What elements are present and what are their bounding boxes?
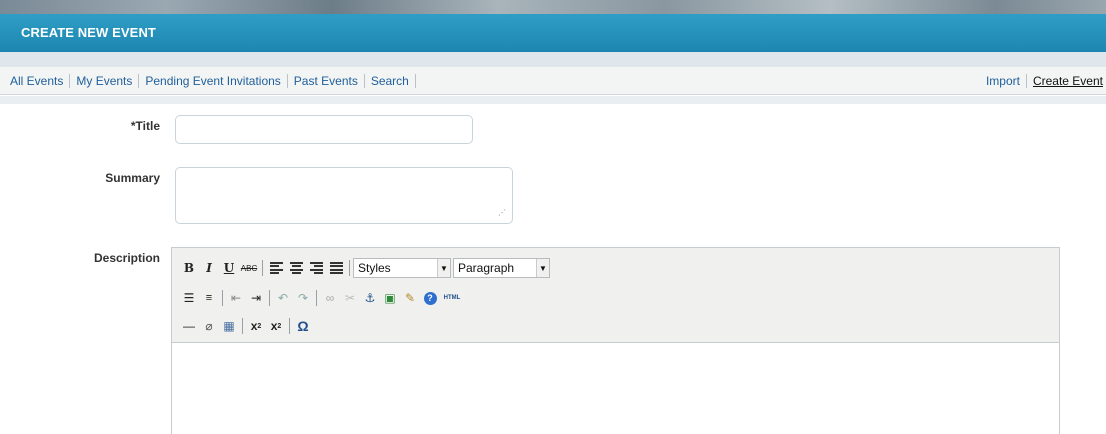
nav-my-events[interactable]: My Events [76,74,132,88]
nav-past-events[interactable]: Past Events [294,74,358,88]
align-justify-icon[interactable] [326,258,346,278]
strikethrough-icon[interactable]: ABC [239,258,259,278]
superscript-icon[interactable]: x2 [266,316,286,336]
toolbar-row-1: B I U ABC Styles ▼ Paragraph ▼ [179,256,552,280]
event-nav-bar: All Events My Events Pending Event Invit… [0,67,1106,95]
summary-textarea[interactable]: ⋰ [175,167,513,224]
align-right-icon[interactable] [306,258,326,278]
numbered-list-icon[interactable]: ≡ [199,288,219,308]
nav-separator [69,74,71,88]
indent-icon[interactable]: ⇥ [246,288,266,308]
bullet-list-icon[interactable]: ☰ [179,288,199,308]
unlink-icon[interactable]: ✂ [340,288,360,308]
format-select[interactable]: Paragraph ▼ [453,258,550,278]
styles-select[interactable]: Styles ▼ [353,258,451,278]
top-banner-strip [0,0,1106,14]
format-select-value: Paragraph [458,261,515,275]
title-label: *Title [130,119,160,133]
cleanup-icon[interactable]: ✎ [400,288,420,308]
anchor-icon[interactable]: ⚓ [360,288,380,308]
nav-all-events[interactable]: All Events [10,74,63,88]
bold-icon[interactable]: B [179,258,199,278]
horizontal-rule-icon[interactable]: — [179,316,199,336]
redo-icon[interactable]: ↷ [293,288,313,308]
nav-shadow [0,96,1106,104]
rich-text-editor: B I U ABC Styles ▼ Paragraph ▼ ☰ ≡ ⇤ ⇥ ↶… [171,247,1060,434]
page-title: CREATE NEW EVENT [21,25,156,40]
nav-links-left: All Events My Events Pending Event Invit… [10,74,422,88]
styles-select-value: Styles [358,261,391,275]
chevron-down-icon: ▼ [536,259,549,277]
align-center-icon[interactable] [286,258,306,278]
toolbar-row-3: — ⌀ ▦ x2 x2 Ω [179,314,313,338]
nav-pending-invitations[interactable]: Pending Event Invitations [145,74,280,88]
nav-separator [363,74,365,88]
outdent-icon[interactable]: ⇤ [226,288,246,308]
summary-label: Summary [105,171,160,185]
remove-format-icon[interactable]: ⌀ [199,316,219,336]
link-icon[interactable]: ∞ [320,288,340,308]
editor-content-area[interactable] [172,342,1059,434]
chevron-down-icon: ▼ [437,259,450,277]
image-icon[interactable]: ▣ [380,288,400,308]
title-input[interactable] [175,115,473,144]
nav-import[interactable]: Import [986,74,1020,88]
page-header: CREATE NEW EVENT [0,14,1106,52]
resize-grip-icon[interactable]: ⋰ [498,209,506,217]
html-icon[interactable]: HTML [440,288,464,308]
undo-icon[interactable]: ↶ [273,288,293,308]
italic-icon[interactable]: I [199,258,219,278]
header-divider [0,52,1106,67]
nav-separator [286,74,288,88]
underline-icon[interactable]: U [219,258,239,278]
nav-links-right: Import Create Event [986,74,1103,88]
description-label: Description [93,251,160,265]
subscript-icon[interactable]: x2 [246,316,266,336]
nav-separator [414,74,416,88]
nav-create-event[interactable]: Create Event [1033,74,1103,88]
nav-separator [138,74,140,88]
special-char-icon[interactable]: Ω [293,316,313,336]
table-icon[interactable]: ▦ [219,316,239,336]
nav-search[interactable]: Search [371,74,409,88]
nav-separator [1025,74,1027,88]
toolbar-row-2: ☰ ≡ ⇤ ⇥ ↶ ↷ ∞ ✂ ⚓ ▣ ✎ ? HTML [179,286,464,310]
help-icon[interactable]: ? [420,288,440,308]
align-left-icon[interactable] [266,258,286,278]
